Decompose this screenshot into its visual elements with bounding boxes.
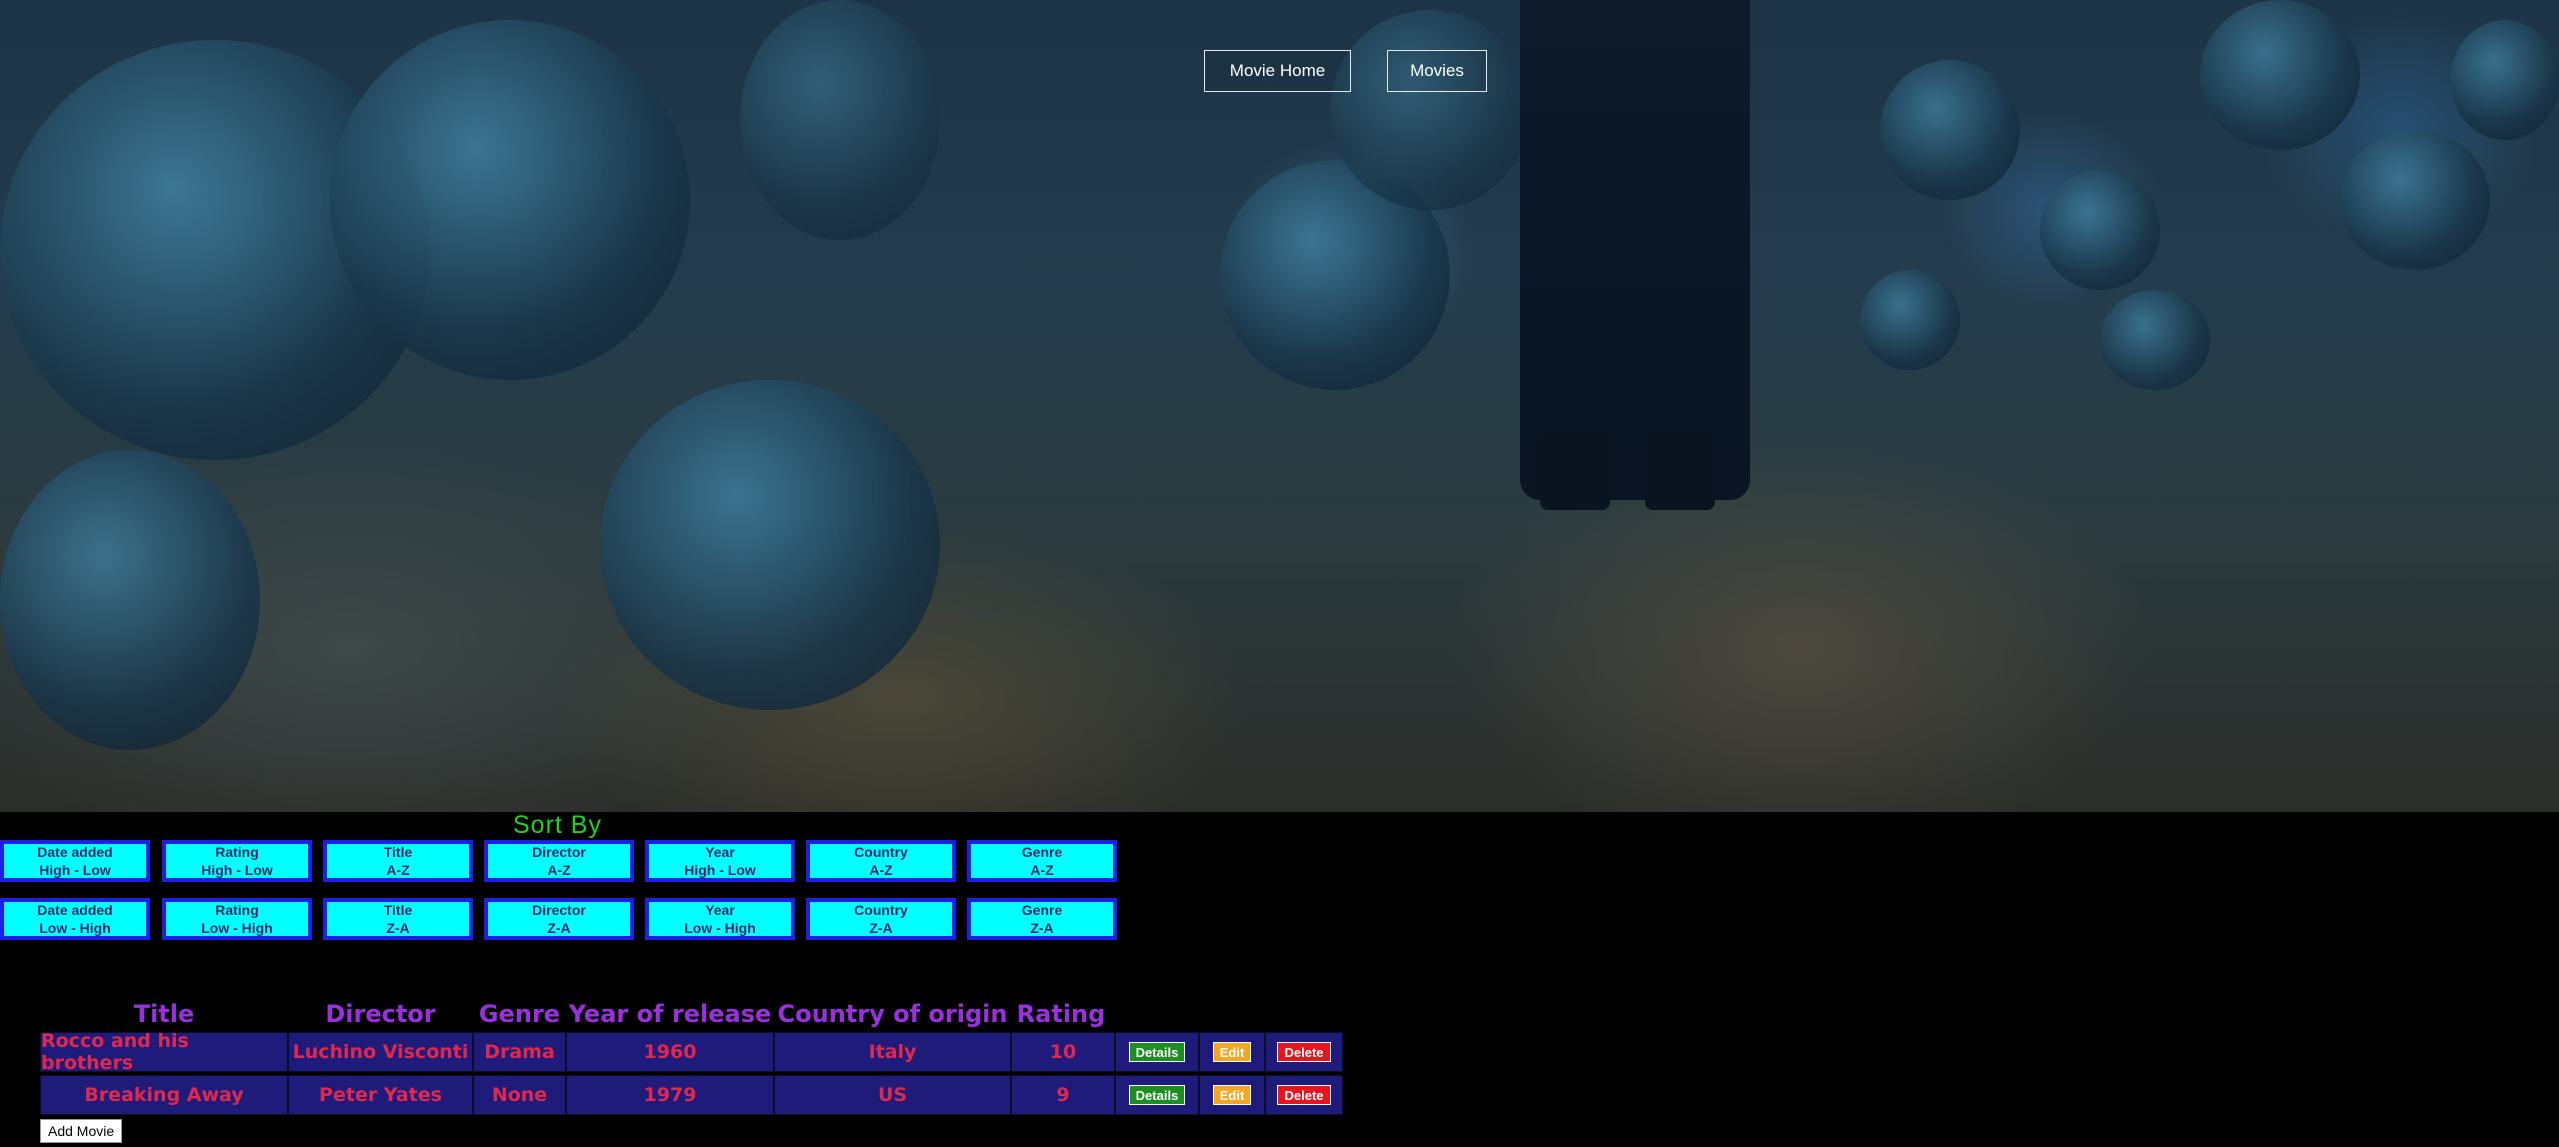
cell-rating: 9 <box>1011 1075 1115 1115</box>
cell-year: 1979 <box>566 1075 774 1115</box>
sort-order: Z-A <box>1030 920 1054 936</box>
cell-edit: Edit <box>1199 1075 1265 1115</box>
sort-rating-high-low-button[interactable]: Rating High - Low <box>162 840 312 882</box>
sort-label: Director <box>532 902 586 918</box>
column-header-genre: Genre <box>478 1000 561 1028</box>
sort-label: Title <box>383 844 413 860</box>
sort-date-added-high-low-button[interactable]: Date added High - Low <box>0 840 150 882</box>
column-header-rating: Rating <box>1016 1000 1106 1028</box>
sort-order: Z-A <box>869 920 893 936</box>
cell-director: Peter Yates <box>288 1075 473 1115</box>
sort-order: High - Low <box>201 862 273 878</box>
sort-label: Director <box>532 844 586 860</box>
sort-title-a-z-button[interactable]: Title A-Z <box>323 840 473 882</box>
sort-order: Low - High <box>39 920 111 936</box>
cell-edit: Edit <box>1199 1032 1265 1072</box>
sort-order: Z-A <box>547 920 571 936</box>
cell-title: Rocco and his brothers <box>40 1030 288 1074</box>
sort-order: A-Z <box>1030 862 1054 878</box>
cell-rating: 10 <box>1011 1032 1115 1072</box>
cell-delete: Delete <box>1265 1075 1343 1115</box>
cell-country: Italy <box>774 1032 1011 1072</box>
sort-year-low-high-button[interactable]: Year Low - High <box>645 898 795 940</box>
sort-label: Country <box>854 902 908 918</box>
cell-country: US <box>774 1075 1011 1115</box>
cell-year: 1960 <box>566 1032 774 1072</box>
details-button[interactable]: Details <box>1128 1085 1186 1105</box>
cell-director: Luchino Visconti <box>288 1032 473 1072</box>
sort-country-z-a-button[interactable]: Country Z-A <box>806 898 956 940</box>
cell-details: Details <box>1115 1032 1199 1072</box>
sort-label: Rating <box>215 902 259 918</box>
sort-year-high-low-button[interactable]: Year High - Low <box>645 840 795 882</box>
sort-label: Country <box>854 844 908 860</box>
sort-rating-low-high-button[interactable]: Rating Low - High <box>162 898 312 940</box>
sort-title-z-a-button[interactable]: Title Z-A <box>323 898 473 940</box>
cell-genre: Drama <box>473 1032 566 1072</box>
sort-order: High - Low <box>39 862 111 878</box>
sort-order: Low - High <box>201 920 273 936</box>
cell-genre: None <box>473 1075 566 1115</box>
sort-label: Year <box>705 902 735 918</box>
nav-movies-button[interactable]: Movies <box>1387 50 1487 92</box>
sort-order: A-Z <box>547 862 571 878</box>
edit-button[interactable]: Edit <box>1212 1042 1252 1062</box>
sort-label: Date added <box>37 902 113 918</box>
sort-director-z-a-button[interactable]: Director Z-A <box>484 898 634 940</box>
sort-genre-a-z-button[interactable]: Genre A-Z <box>967 840 1117 882</box>
sort-label: Rating <box>215 844 259 860</box>
hero-image <box>0 0 2559 812</box>
sort-by-heading: Sort By <box>513 811 602 839</box>
sort-label: Date added <box>37 844 113 860</box>
column-header-director: Director <box>325 1000 436 1028</box>
standing-figure <box>1520 0 1750 500</box>
sort-label: Genre <box>1021 902 1063 918</box>
column-header-year: Year of release <box>568 1000 772 1028</box>
sort-order: A-Z <box>386 862 410 878</box>
delete-button[interactable]: Delete <box>1277 1085 1331 1105</box>
sort-order: A-Z <box>869 862 893 878</box>
sort-genre-z-a-button[interactable]: Genre Z-A <box>967 898 1117 940</box>
details-button[interactable]: Details <box>1128 1042 1186 1062</box>
add-movie-button[interactable]: Add Movie <box>40 1119 123 1143</box>
sort-director-a-z-button[interactable]: Director A-Z <box>484 840 634 882</box>
cell-details: Details <box>1115 1075 1199 1115</box>
cell-title: Breaking Away <box>40 1075 288 1115</box>
sort-order: High - Low <box>684 862 756 878</box>
cell-delete: Delete <box>1265 1032 1343 1072</box>
nav-movie-home-button[interactable]: Movie Home <box>1204 50 1351 92</box>
edit-button[interactable]: Edit <box>1212 1085 1252 1105</box>
sort-order: Z-A <box>386 920 410 936</box>
column-header-title: Title <box>133 1000 195 1028</box>
column-header-country: Country of origin <box>777 1000 1008 1028</box>
sort-date-added-low-high-button[interactable]: Date added Low - High <box>0 898 150 940</box>
sort-order: Low - High <box>684 920 756 936</box>
delete-button[interactable]: Delete <box>1277 1042 1331 1062</box>
sort-country-a-z-button[interactable]: Country A-Z <box>806 840 956 882</box>
sort-label: Title <box>383 902 413 918</box>
sort-label: Year <box>705 844 735 860</box>
sort-label: Genre <box>1021 844 1063 860</box>
